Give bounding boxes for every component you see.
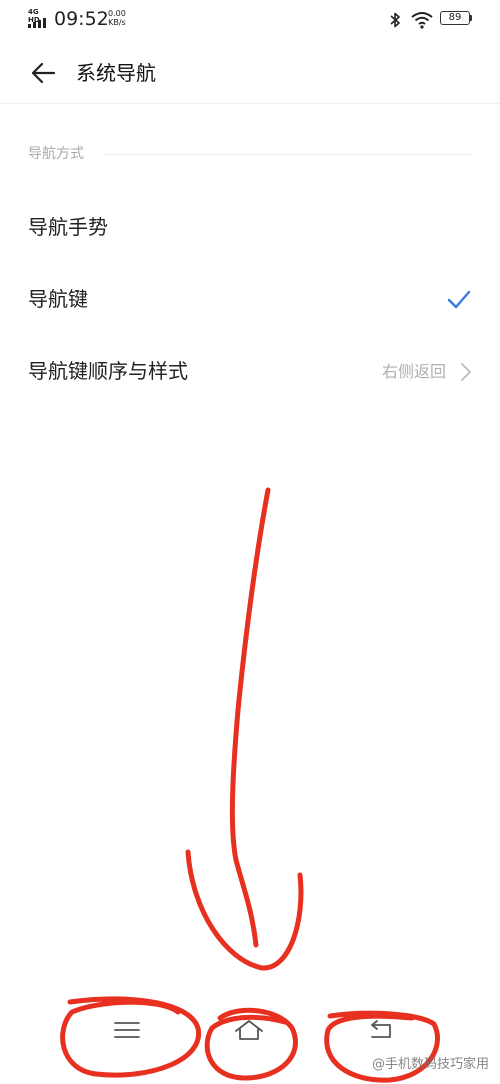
back-icon	[371, 1020, 391, 1038]
option-label: 导航手势	[28, 215, 108, 239]
option-label: 导航键	[28, 287, 88, 311]
watermark: @手机数码技巧家用	[372, 1057, 490, 1072]
option-label: 导航键顺序与样式	[28, 359, 188, 383]
page-title: 系统导航	[76, 61, 156, 85]
option-key-order-style[interactable]: 导航键顺序与样式 右侧返回	[0, 342, 500, 402]
status-bar: 4G HD 09:52 0.00 KB/s 89	[0, 0, 500, 40]
annotation-arrow-shaft	[229, 487, 271, 948]
battery-icon: 89	[440, 11, 470, 25]
bluetooth-icon	[390, 12, 400, 28]
network-speed-value: 0.00	[108, 9, 126, 18]
status-time: 09:52	[54, 8, 109, 30]
home-icon	[235, 1020, 263, 1040]
chevron-right-icon	[461, 363, 471, 381]
nav-home-button[interactable]	[190, 1000, 310, 1084]
battery-tip	[470, 15, 472, 21]
option-navigation-keys[interactable]: 导航键	[0, 270, 500, 330]
battery-level: 89	[448, 12, 462, 23]
menu-icon	[114, 1022, 140, 1038]
signal-indicator: 4G HD	[28, 8, 50, 30]
checkmark-icon	[447, 290, 471, 309]
wifi-icon	[411, 12, 433, 29]
arrow-left-icon[interactable]	[28, 58, 58, 88]
annotation-arrow-head	[185, 849, 304, 971]
network-speed: 0.00 KB/s	[108, 9, 126, 27]
option-value: 右侧返回	[381, 362, 446, 381]
section-divider	[102, 154, 474, 155]
nav-menu-button[interactable]	[65, 1000, 185, 1084]
option-navigation-gestures[interactable]: 导航手势	[0, 198, 500, 258]
network-speed-unit: KB/s	[108, 18, 126, 27]
section-label: 导航方式	[28, 146, 84, 162]
signal-icon	[28, 18, 48, 28]
app-header: 系统导航	[0, 42, 500, 104]
